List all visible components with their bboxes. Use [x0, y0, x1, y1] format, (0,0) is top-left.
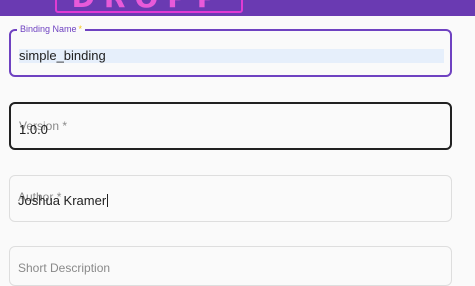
text-cursor [107, 194, 109, 207]
version-value[interactable]: 1.0.0 [19, 122, 48, 138]
author-field[interactable]: Author * Joshua Kramer [9, 175, 452, 222]
short-description-field[interactable]: Short Description [9, 246, 452, 286]
binding-name-field[interactable]: Binding Name * simple_binding [9, 22, 452, 77]
binding-name-label: Binding Name * [17, 22, 86, 36]
app-header: DROPP [0, 0, 475, 16]
author-value: Joshua Kramer [18, 193, 107, 208]
short-description-label: Short Description [18, 261, 111, 275]
binding-name-value[interactable]: simple_binding [19, 48, 106, 64]
author-value-wrap[interactable]: Joshua Kramer [18, 193, 109, 209]
version-field[interactable]: Version * 1.0.0 [9, 102, 452, 150]
app-logo: DROPP [55, 0, 243, 13]
logo-text: DROPP [57, 0, 241, 11]
required-star: * [78, 24, 83, 34]
